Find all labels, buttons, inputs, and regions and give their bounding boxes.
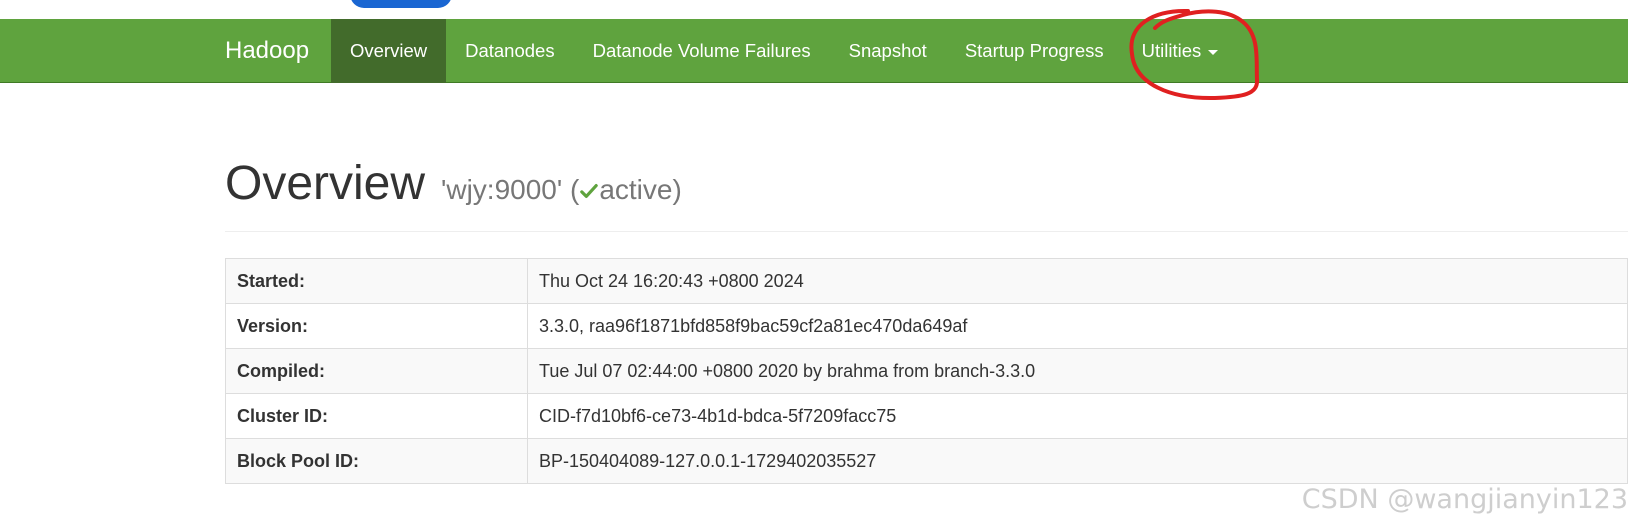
row-label: Version: bbox=[225, 303, 528, 349]
row-label: Compiled: bbox=[225, 348, 528, 394]
row-value: BP-150404089-127.0.0.1-1729402035527 bbox=[527, 438, 1628, 484]
status-open-paren: ( bbox=[569, 174, 580, 205]
table-row: Block Pool ID: BP-150404089-127.0.0.1-17… bbox=[225, 438, 1628, 484]
nav-snapshot[interactable]: Snapshot bbox=[830, 19, 946, 83]
nav-datanodes[interactable]: Datanodes bbox=[446, 19, 573, 83]
row-value: 3.3.0, raa96f1871bfd858f9bac59cf2a81ec47… bbox=[527, 303, 1628, 349]
navbar: Hadoop Overview Datanodes Datanode Volum… bbox=[0, 19, 1628, 83]
brand-link[interactable]: Hadoop bbox=[225, 19, 309, 83]
nav-startup-progress[interactable]: Startup Progress bbox=[946, 19, 1123, 83]
page-header: Overview 'wjy:9000' ( active) bbox=[225, 150, 1628, 232]
table-row: Started: Thu Oct 24 16:20:43 +0800 2024 bbox=[225, 258, 1628, 304]
row-value: Thu Oct 24 16:20:43 +0800 2024 bbox=[527, 258, 1628, 304]
page-subtitle: 'wjy:9000' ( active) bbox=[441, 174, 682, 206]
status-text: active bbox=[599, 174, 673, 205]
page-title: Overview bbox=[225, 157, 426, 210]
row-label: Block Pool ID: bbox=[225, 438, 528, 484]
overview-info-table: Started: Thu Oct 24 16:20:43 +0800 2024 … bbox=[225, 258, 1628, 484]
nav-datanode-volume-failures[interactable]: Datanode Volume Failures bbox=[574, 19, 830, 83]
status-close-paren: ) bbox=[672, 174, 682, 205]
row-value: Tue Jul 07 02:44:00 +0800 2020 by brahma… bbox=[527, 348, 1628, 394]
browser-button-fragment bbox=[350, 0, 452, 8]
nav-utilities-label: Utilities bbox=[1141, 40, 1202, 61]
nav-overview[interactable]: Overview bbox=[331, 19, 447, 83]
nav-utilities-dropdown[interactable]: Utilities bbox=[1123, 19, 1238, 83]
watermark: CSDN @wangjianyin123 bbox=[1301, 484, 1628, 515]
table-row: Cluster ID: CID-f7d10bf6-ce73-4b1d-bdca-… bbox=[225, 393, 1628, 439]
row-value: CID-f7d10bf6-ce73-4b1d-bdca-5f7209facc75 bbox=[527, 393, 1628, 439]
row-label: Cluster ID: bbox=[225, 393, 528, 439]
row-label: Started: bbox=[225, 258, 528, 304]
check-icon bbox=[580, 184, 599, 198]
nav-menu: Overview Datanodes Datanode Volume Failu… bbox=[331, 19, 1237, 83]
table-row: Compiled: Tue Jul 07 02:44:00 +0800 2020… bbox=[225, 348, 1628, 394]
caret-down-icon bbox=[1208, 49, 1219, 55]
namenode-address: 'wjy:9000' bbox=[441, 174, 563, 205]
table-row: Version: 3.3.0, raa96f1871bfd858f9bac59c… bbox=[225, 303, 1628, 349]
